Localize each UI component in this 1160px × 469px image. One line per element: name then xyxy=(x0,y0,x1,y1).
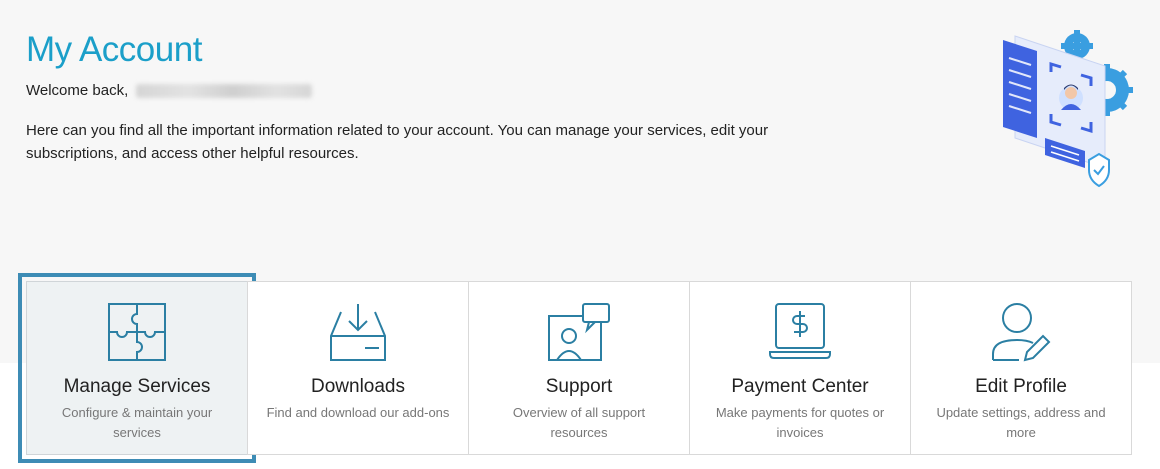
card-label: Support xyxy=(545,376,613,397)
card-label: Downloads xyxy=(311,376,405,397)
card-edit-profile[interactable]: Edit Profile Update settings, address an… xyxy=(910,281,1132,455)
card-description: Update settings, address and more xyxy=(936,405,1106,440)
page-title: My Account xyxy=(26,30,202,69)
welcome-prefix: Welcome back, xyxy=(26,82,129,99)
card-payment-center[interactable]: Payment Center Make payments for quotes … xyxy=(689,281,911,455)
card-description: Configure & maintain your services xyxy=(61,405,213,440)
support-chat-icon xyxy=(547,302,611,362)
card-label: Edit Profile xyxy=(975,376,1067,397)
card-manage-services[interactable]: Manage Services Configure & maintain you… xyxy=(18,273,256,463)
card-description: Find and download our add-ons xyxy=(266,405,450,420)
blurred-user-name xyxy=(136,84,313,99)
account-illustration xyxy=(1003,30,1133,188)
card-support[interactable]: Support Overview of all support resource… xyxy=(468,281,690,455)
card-downloads[interactable]: Downloads Find and download our add-ons xyxy=(247,281,469,455)
account-cards: Manage Services Configure & maintain you… xyxy=(18,273,1132,463)
intro-text: Here can you find all the important info… xyxy=(26,122,769,162)
puzzle-icon xyxy=(107,302,167,362)
user-edit-icon xyxy=(989,302,1053,362)
welcome-message: Welcome back, xyxy=(26,82,313,99)
card-label: Manage Services xyxy=(63,376,211,397)
card-description: Make payments for quotes or invoices xyxy=(715,405,885,440)
download-tray-icon xyxy=(327,302,389,362)
card-label: Payment Center xyxy=(731,376,869,397)
laptop-dollar-icon xyxy=(768,302,832,362)
card-description: Overview of all support resources xyxy=(512,405,646,440)
